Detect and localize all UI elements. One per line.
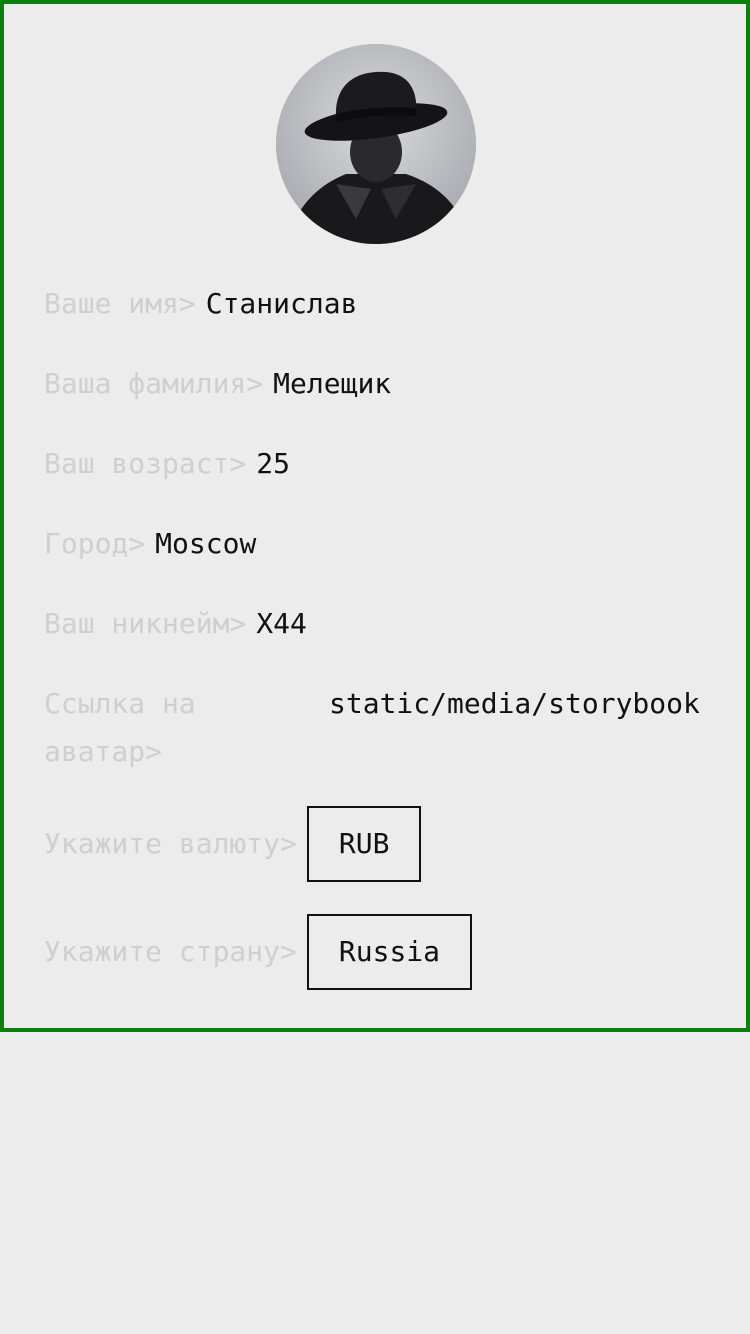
field-nickname: Ваш никнейм> X44 <box>44 600 307 648</box>
field-country: Укажите страну> Russia <box>44 912 473 992</box>
field-last-name: Ваша фамилия> Мелещик <box>44 360 391 408</box>
field-first-name: Ваше имя> Станислав <box>44 280 357 328</box>
avatar-link-value: static/media/storybook <box>329 687 700 720</box>
nickname-value: X44 <box>256 607 307 640</box>
currency-select-button[interactable]: RUB <box>306 806 422 882</box>
age-value: 25 <box>256 447 291 480</box>
field-age: Ваш возраст> 25 <box>44 440 290 488</box>
first-name-value: Станислав <box>205 287 358 320</box>
user-avatar-icon <box>276 44 476 244</box>
field-city: Город> Moscow <box>44 520 256 568</box>
country-label: Укажите страну> <box>44 935 297 968</box>
city-label: Город> <box>44 527 146 560</box>
city-value: Moscow <box>155 527 257 560</box>
field-avatar-link: Ссылка на аватар> static/media/storybook <box>44 680 706 776</box>
last-name-label: Ваша фамилия> <box>44 367 264 400</box>
nickname-label: Ваш никнейм> <box>44 607 247 640</box>
last-name-value: Мелещик <box>273 367 392 400</box>
country-select-button[interactable]: Russia <box>306 914 473 990</box>
first-name-label: Ваше имя> <box>44 287 196 320</box>
currency-label: Укажите валюту> <box>44 827 297 860</box>
age-label: Ваш возраст> <box>44 447 247 480</box>
field-currency: Укажите валюту> RUB <box>44 804 422 884</box>
profile-card: Ваше имя> Станислав Ваша фамилия> Мелещи… <box>0 0 750 1032</box>
avatar-link-label: Ссылка на аватар> <box>44 687 196 768</box>
avatar <box>276 44 476 244</box>
